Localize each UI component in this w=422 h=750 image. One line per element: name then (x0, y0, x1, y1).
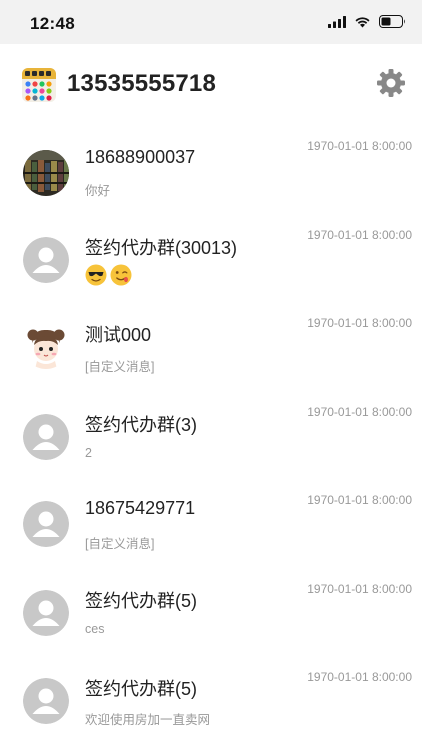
conversation-avatar (23, 501, 69, 547)
conversation-time: 1970-01-01 8:00:00 (307, 581, 412, 596)
wink-emoji (110, 264, 132, 285)
conversation-name: 签约代办群(3) (85, 414, 197, 435)
settings-button[interactable] (376, 68, 406, 98)
conversation-time: 1970-01-01 8:00:00 (307, 670, 412, 684)
photo-avatar-image (23, 150, 69, 196)
conversation-last-message: 你好 (85, 184, 111, 198)
girl-avatar-image (23, 323, 69, 369)
user-icon (23, 413, 69, 460)
conversation-name: 测试000 (85, 325, 152, 345)
status-bar: 12:48 (0, 0, 422, 44)
conversation-name: 签约代办群(5) (85, 590, 197, 611)
conversation-name: 签约代办群(5) (85, 679, 197, 699)
conversation-last-message: [自定义消息] (85, 537, 155, 551)
conversation-avatar (23, 678, 69, 724)
signal-icon (328, 15, 346, 28)
conversation-list: 18688900037 1970-01-01 8:00:00 你好 签约代办群(… (0, 124, 422, 744)
user-icon (23, 678, 69, 724)
conversation-item[interactable]: 签约代办群(30013) 1970-01-01 8:00:00 (0, 213, 422, 302)
status-time: 12:48 (30, 14, 75, 33)
conversation-last-message: [自定义消息] (85, 360, 155, 374)
conversation-last-message (85, 264, 135, 286)
conversation-last-message: 2 (85, 445, 92, 460)
conversation-time: 1970-01-01 8:00:00 (307, 227, 412, 242)
conversation-name: 18688900037 (85, 147, 196, 167)
conversation-item[interactable]: 签约代办群(5) 1970-01-01 8:00:00 欢迎使用房加一直卖网 (0, 655, 422, 744)
conversation-last-message: 欢迎使用房加一直卖网 (85, 713, 211, 727)
conversation-avatar (23, 323, 69, 369)
battery-icon (379, 15, 405, 28)
my-phone-number: 13535555718 (67, 70, 217, 97)
gear-icon (377, 69, 405, 97)
user-icon (23, 589, 69, 636)
sunglasses-emoji (85, 264, 107, 285)
status-icons (328, 15, 406, 28)
wifi-icon (355, 16, 370, 27)
my-avatar[interactable] (22, 68, 56, 102)
conversation-item[interactable]: 测试000 1970-01-01 8:00:00 [自定义消息] (0, 301, 422, 390)
conversation-name: 18675429771 (85, 498, 196, 518)
user-icon (23, 501, 69, 547)
conversation-time: 1970-01-01 8:00:00 (307, 139, 412, 153)
conversation-time: 1970-01-01 8:00:00 (307, 316, 412, 330)
conversation-item[interactable]: 18675429771 1970-01-01 8:00:00 [自定义消息] (0, 478, 422, 567)
conversation-item[interactable]: 18688900037 1970-01-01 8:00:00 你好 (0, 124, 422, 213)
user-icon (23, 236, 69, 283)
conversation-item[interactable]: 签约代办群(3) 1970-01-01 8:00:00 2 (0, 390, 422, 479)
conversation-time: 1970-01-01 8:00:00 (307, 493, 412, 507)
conversation-avatar (23, 413, 69, 460)
conversation-item[interactable]: 签约代办群(5) 1970-01-01 8:00:00 ces (0, 567, 422, 656)
conversation-last-message: ces (85, 621, 105, 636)
my-avatar-image (22, 68, 56, 102)
conversation-avatar (23, 589, 69, 636)
conversation-time: 1970-01-01 8:00:00 (307, 404, 412, 419)
header: 13535555718 (0, 44, 422, 124)
conversation-avatar (23, 236, 69, 283)
conversation-name: 签约代办群(30013) (85, 237, 238, 258)
conversation-avatar (23, 150, 69, 196)
